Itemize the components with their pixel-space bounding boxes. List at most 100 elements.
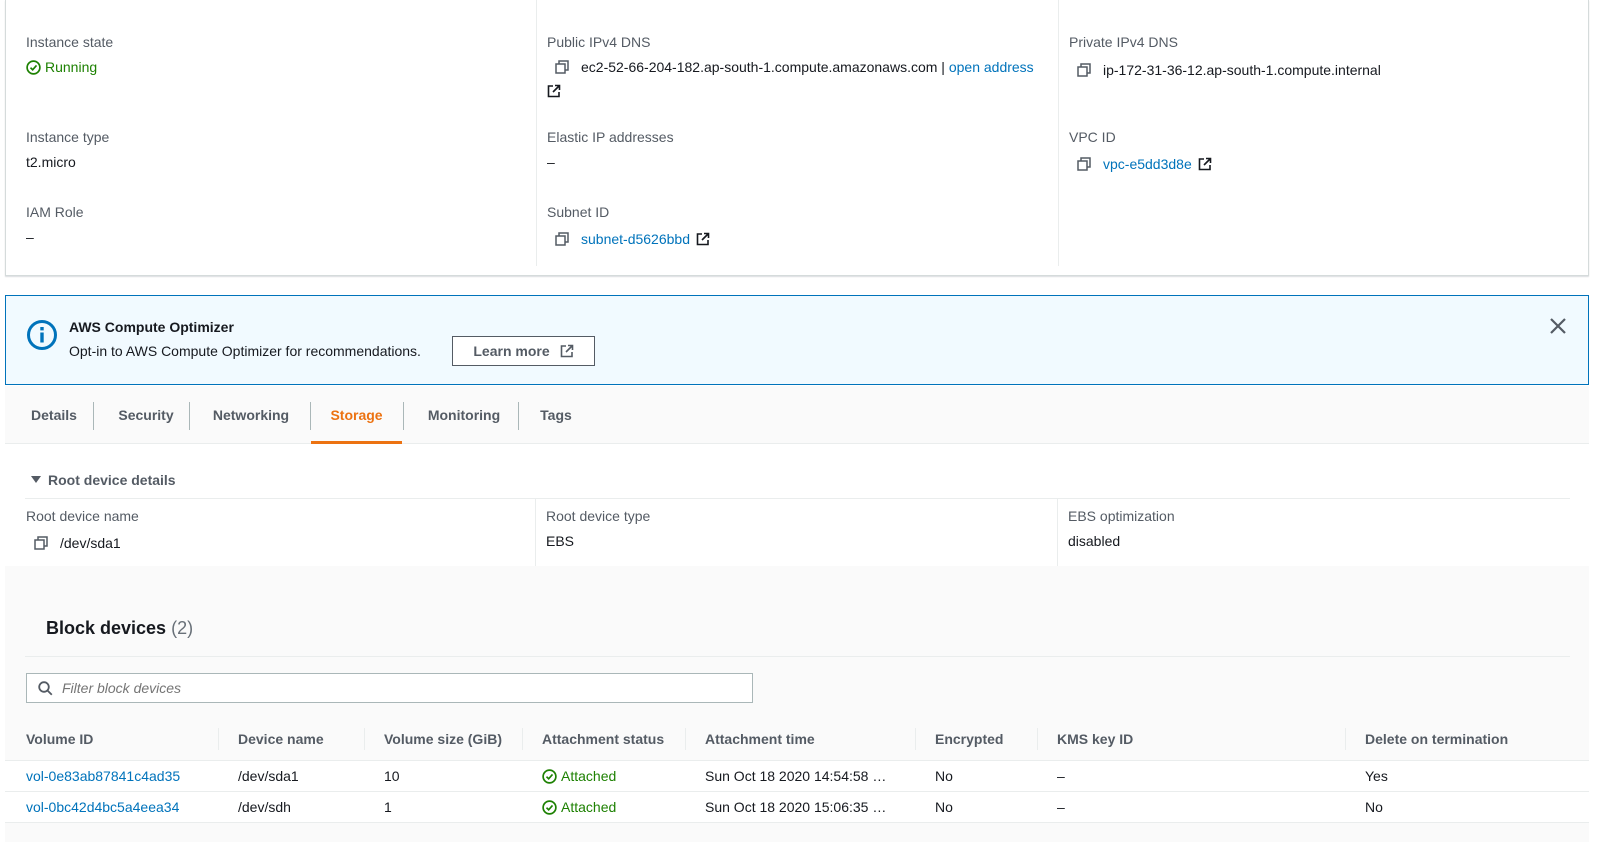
public-dns-text: ec2-52-66-204-182.ap-south-1.compute.ama… bbox=[581, 59, 938, 75]
column-header-volume-id[interactable]: Volume ID bbox=[5, 718, 218, 761]
vpc-id-link[interactable]: vpc-e5dd3d8e bbox=[1103, 156, 1192, 172]
section-divider bbox=[25, 498, 1570, 499]
volume-id-link[interactable]: vol-0e83ab87841c4ad35 bbox=[26, 768, 180, 784]
column-divider bbox=[1058, 0, 1059, 266]
root-device-name-label: Root device name bbox=[26, 508, 139, 524]
encrypted-cell: No bbox=[915, 760, 1037, 792]
column-header-device-name-label: Device name bbox=[238, 730, 324, 747]
public-dns-value: ec2-52-66-204-182.ap-south-1.compute.ama… bbox=[547, 55, 1052, 103]
column-header-attachment-time[interactable]: Attachment time bbox=[685, 718, 915, 761]
instance-detail-tabs: Details Security Networking Storage Moni… bbox=[5, 386, 1589, 444]
instance-state-label: Instance state bbox=[26, 34, 114, 50]
private-dns-field: Private IPv4 DNS ip-172-31-36-12.ap-sout… bbox=[1069, 33, 1381, 79]
column-divider bbox=[1057, 498, 1058, 566]
root-device-name-text: /dev/sda1 bbox=[60, 535, 121, 551]
attachment-status-text: Attached bbox=[561, 798, 617, 815]
private-dns-value: ip-172-31-36-12.ap-south-1.compute.inter… bbox=[1069, 61, 1381, 79]
copy-icon[interactable] bbox=[1077, 157, 1091, 171]
external-link-icon[interactable] bbox=[696, 232, 710, 246]
attachment-time-cell: Sun Oct 18 2020 14:54:58 … bbox=[685, 760, 915, 792]
public-dns-label: Public IPv4 DNS bbox=[547, 34, 651, 50]
tab-details[interactable]: Details bbox=[21, 386, 87, 444]
column-header-encrypted[interactable]: Encrypted bbox=[915, 718, 1037, 761]
column-header-volume-size[interactable]: Volume size (GiB) bbox=[364, 718, 522, 761]
tab-storage[interactable]: Storage bbox=[311, 386, 402, 444]
subnet-id-value: subnet-d5626bbd bbox=[547, 230, 710, 248]
column-header-attachment-status[interactable]: Attachment status bbox=[522, 718, 685, 761]
ebs-optimization-value: disabled bbox=[1068, 533, 1121, 549]
block-devices-count: (2) bbox=[171, 618, 194, 638]
header-divider bbox=[522, 728, 523, 750]
external-link-icon[interactable] bbox=[547, 84, 561, 98]
root-device-type-field: Root device type EBS bbox=[546, 507, 650, 550]
table-row[interactable]: vol-0e83ab87841c4ad35 /dev/sda1 10 Attac… bbox=[5, 760, 1589, 792]
kms-key-cell: – bbox=[1037, 791, 1345, 823]
root-device-panel: Root device details Root device name /de… bbox=[5, 444, 1589, 566]
iam-role-field: IAM Role – bbox=[26, 203, 84, 246]
tab-security[interactable]: Security bbox=[101, 386, 191, 444]
device-name-cell: /dev/sda1 bbox=[218, 760, 364, 792]
column-header-kms-key-id-label: KMS key ID bbox=[1057, 730, 1134, 747]
copy-icon[interactable] bbox=[1077, 63, 1091, 77]
open-address-link[interactable]: open address bbox=[949, 59, 1034, 75]
attachment-status-cell: Attached bbox=[522, 791, 685, 823]
header-divider bbox=[915, 728, 916, 750]
instance-state-value: Running bbox=[26, 58, 113, 76]
volume-size-cell: 10 bbox=[364, 760, 522, 792]
tab-divider bbox=[93, 402, 94, 430]
subnet-id-link[interactable]: subnet-d5626bbd bbox=[581, 231, 690, 247]
column-header-delete-on-termination[interactable]: Delete on termination bbox=[1345, 718, 1589, 761]
attachment-status-text: Attached bbox=[561, 767, 617, 784]
attachment-status-cell: Attached bbox=[522, 760, 685, 792]
caret-down-icon bbox=[31, 476, 41, 483]
vpc-id-value: vpc-e5dd3d8e bbox=[1069, 155, 1212, 173]
vpc-id-field: VPC ID vpc-e5dd3d8e bbox=[1069, 128, 1212, 173]
tab-divider bbox=[403, 402, 404, 430]
vpc-id-label: VPC ID bbox=[1069, 129, 1116, 145]
volume-id-link[interactable]: vol-0bc42d4bc5a4eea34 bbox=[26, 799, 179, 815]
column-header-attachment-status-label: Attachment status bbox=[542, 730, 665, 747]
block-devices-heading: Block devices (2) bbox=[46, 618, 193, 639]
info-icon bbox=[27, 320, 57, 350]
close-icon[interactable] bbox=[1548, 316, 1568, 336]
ebs-optimization-label: EBS optimization bbox=[1068, 508, 1175, 524]
elastic-ip-value: – bbox=[547, 154, 555, 170]
delete-on-termination-cell: Yes bbox=[1345, 760, 1589, 792]
column-header-kms-key-id[interactable]: KMS key ID bbox=[1037, 718, 1345, 761]
block-devices-section: Block devices (2) Volume ID Device name … bbox=[5, 566, 1589, 842]
copy-icon[interactable] bbox=[34, 536, 48, 550]
tab-tags[interactable]: Tags bbox=[525, 386, 587, 444]
block-devices-title: Block devices bbox=[46, 618, 167, 638]
column-header-device-name[interactable]: Device name bbox=[218, 718, 364, 761]
banner-text: Opt-in to AWS Compute Optimizer for reco… bbox=[69, 343, 421, 359]
header-divider bbox=[1345, 728, 1346, 750]
column-header-attachment-time-label: Attachment time bbox=[705, 730, 815, 747]
tab-monitoring[interactable]: Monitoring bbox=[410, 386, 518, 444]
header-divider bbox=[364, 728, 365, 750]
filter-box bbox=[26, 673, 753, 703]
elastic-ip-field: Elastic IP addresses – bbox=[547, 128, 674, 171]
volume-size-cell: 1 bbox=[364, 791, 522, 823]
delete-on-termination-cell: No bbox=[1345, 791, 1589, 823]
root-device-header[interactable]: Root device details bbox=[25, 472, 1570, 488]
external-link-icon bbox=[560, 344, 573, 358]
copy-icon[interactable] bbox=[555, 60, 569, 74]
tab-divider bbox=[189, 402, 190, 430]
external-link-icon[interactable] bbox=[1198, 157, 1212, 171]
table-header-row: Volume ID Device name Volume size (GiB) … bbox=[5, 718, 1589, 761]
subnet-id-label: Subnet ID bbox=[547, 204, 610, 220]
filter-block-devices-input[interactable] bbox=[62, 678, 742, 698]
ebs-optimization-field: EBS optimization disabled bbox=[1068, 507, 1175, 550]
banner-title: AWS Compute Optimizer bbox=[69, 319, 234, 335]
iam-role-label: IAM Role bbox=[26, 204, 84, 220]
tab-networking[interactable]: Networking bbox=[195, 386, 307, 444]
elastic-ip-label: Elastic IP addresses bbox=[547, 129, 674, 145]
learn-more-button[interactable]: Learn more bbox=[452, 336, 595, 366]
table-row[interactable]: vol-0bc42d4bc5a4eea34 /dev/sdh 1 Attache… bbox=[5, 791, 1589, 823]
copy-icon[interactable] bbox=[555, 232, 569, 246]
section-divider bbox=[25, 656, 1570, 657]
kms-key-cell: – bbox=[1037, 760, 1345, 792]
storage-panel: Root device details Root device name /de… bbox=[5, 444, 1589, 842]
learn-more-label: Learn more bbox=[473, 343, 550, 359]
search-icon bbox=[38, 681, 53, 696]
